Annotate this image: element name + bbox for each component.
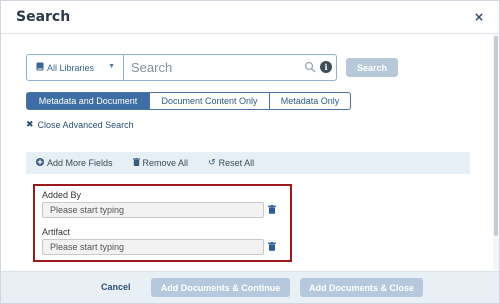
plus-circle-icon (36, 157, 44, 169)
tab-document-content-only[interactable]: Document Content Only (149, 92, 270, 110)
close-icon[interactable]: × (474, 10, 484, 24)
tab-metadata-and-document[interactable]: Metadata and Document (26, 92, 150, 110)
search-modal: Search × All Libraries ▼ i Search Metada… (0, 0, 500, 304)
reset-all-button[interactable]: ↺ Reset All (208, 158, 254, 168)
scrollbar-thumb[interactable] (494, 36, 498, 236)
advanced-toolbar: Add More Fields Remove All ↺ Reset All (26, 152, 470, 174)
search-bar: All Libraries ▼ i (26, 54, 337, 81)
field-label-added-by: Added By (42, 190, 82, 200)
add-documents-continue-button[interactable]: Add Documents & Continue (151, 278, 290, 297)
added-by-input[interactable] (42, 202, 264, 218)
close-advanced-search-link[interactable]: ✖ Close Advanced Search (26, 120, 134, 130)
close-icon: ✖ (26, 120, 34, 130)
search-button[interactable]: Search (346, 58, 398, 77)
add-more-fields-button[interactable]: Add More Fields (36, 157, 113, 169)
library-select-label: All Libraries (47, 62, 95, 73)
book-icon (36, 62, 44, 73)
search-icon[interactable] (304, 61, 316, 73)
advanced-fields-box: Added By Artifact (33, 184, 292, 262)
scrollbar[interactable] (493, 34, 499, 271)
modal-title: Search (16, 9, 71, 25)
search-input[interactable] (131, 58, 301, 77)
close-advanced-search-label: Close Advanced Search (37, 120, 134, 130)
reset-all-label: Reset All (218, 158, 255, 168)
info-icon[interactable]: i (320, 61, 332, 73)
field-label-artifact: Artifact (42, 227, 71, 237)
add-more-fields-label: Add More Fields (47, 158, 113, 168)
trash-icon[interactable] (268, 205, 276, 214)
cancel-button[interactable]: Cancel (101, 282, 131, 292)
artifact-input[interactable] (42, 239, 264, 255)
remove-all-button[interactable]: Remove All (132, 157, 189, 169)
modal-header: Search × (1, 1, 499, 34)
remove-all-label: Remove All (142, 158, 189, 168)
trash-icon (132, 157, 140, 169)
reset-icon: ↺ (208, 158, 216, 168)
trash-icon[interactable] (268, 242, 276, 251)
chevron-down-icon: ▼ (108, 63, 115, 70)
tab-metadata-only[interactable]: Metadata Only (269, 92, 351, 110)
library-select[interactable]: All Libraries ▼ (27, 55, 124, 80)
add-documents-close-button[interactable]: Add Documents & Close (300, 278, 423, 297)
